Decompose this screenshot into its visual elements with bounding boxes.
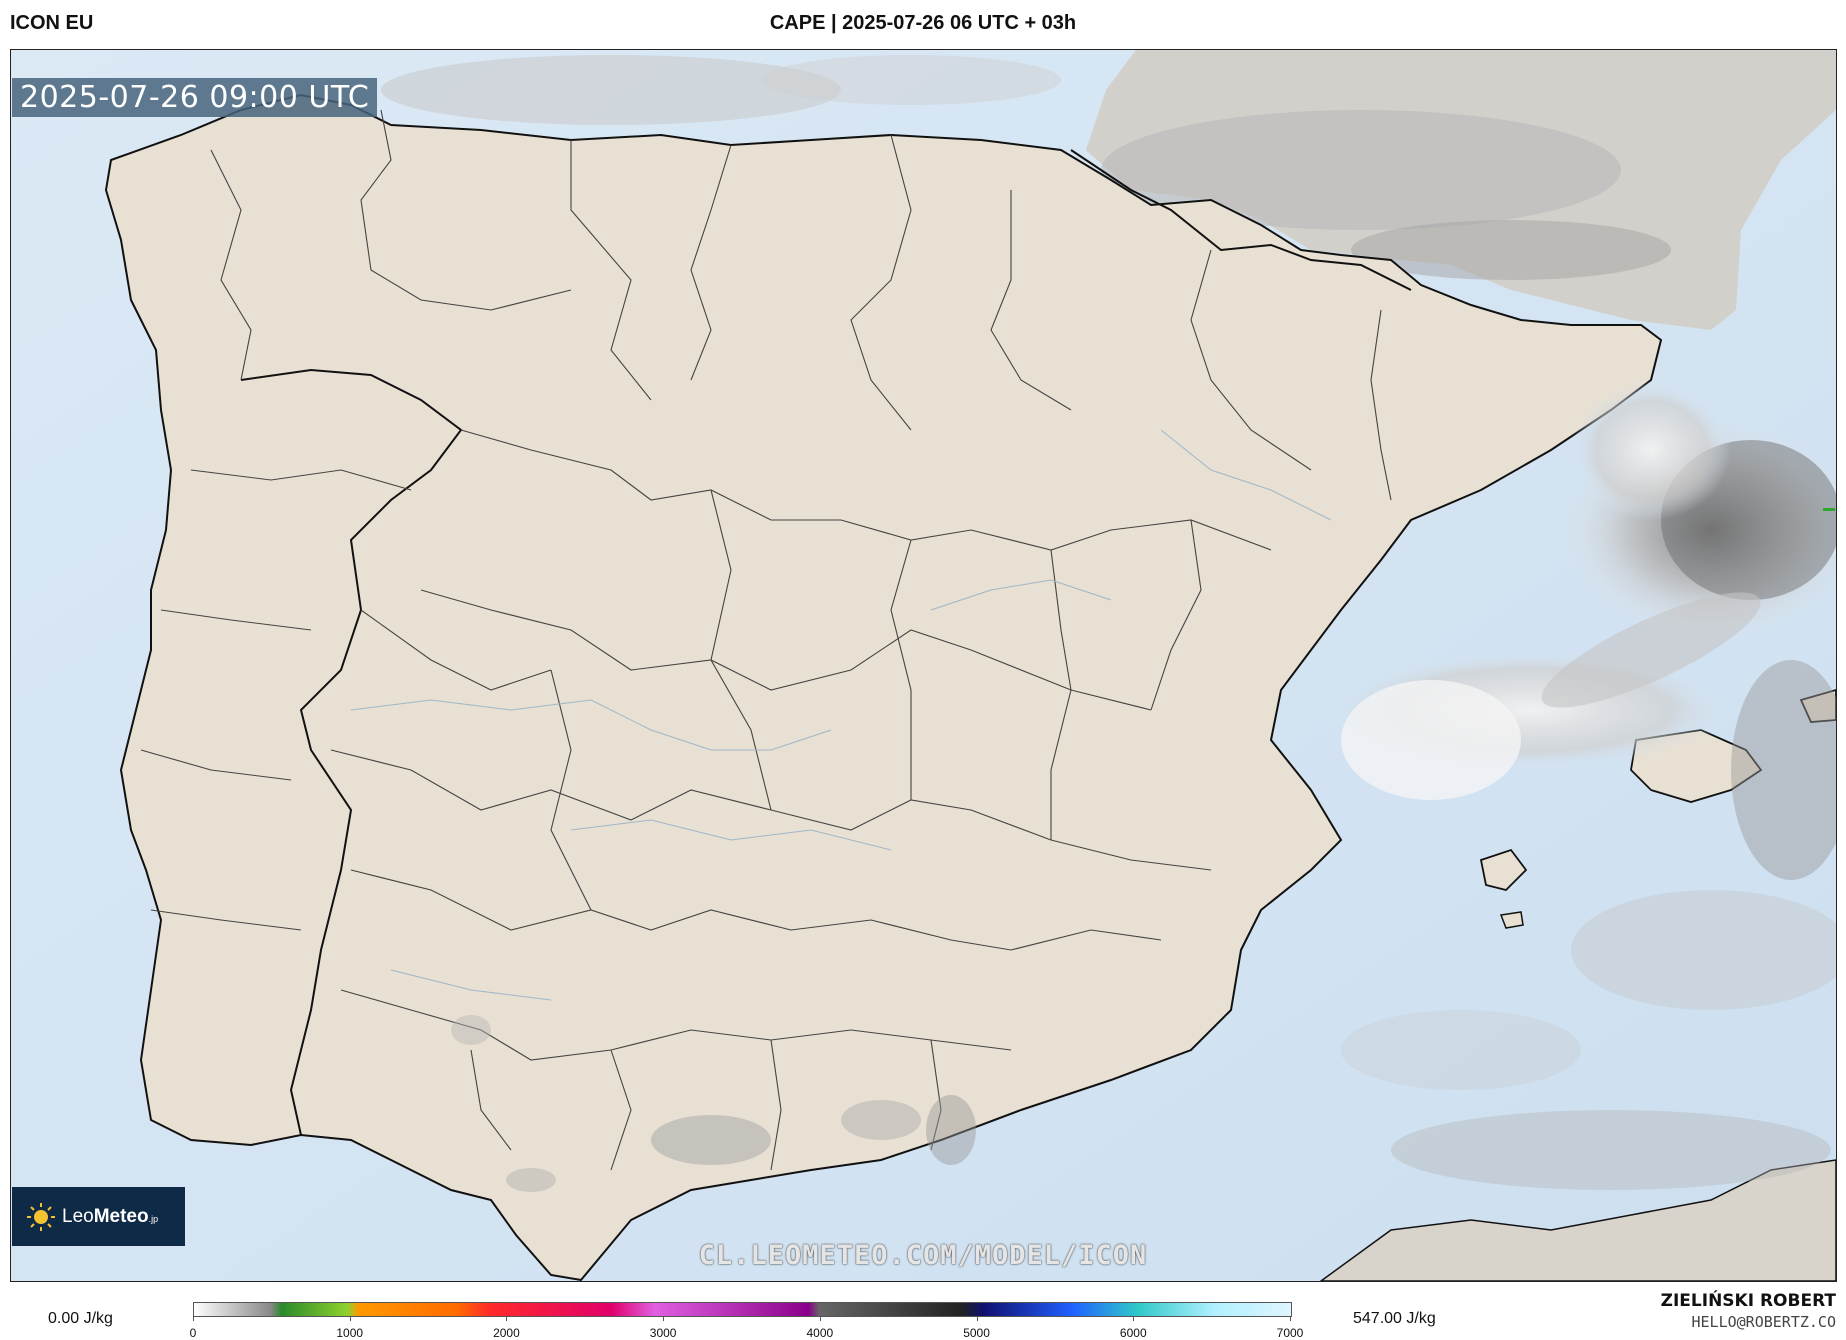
colorbar-tick-mark	[1290, 1316, 1291, 1321]
colorbar-tick-label: 4000	[806, 1326, 834, 1340]
legend-max-label: 547.00 J/kg	[1353, 1310, 1436, 1327]
cloud-biscay-east	[761, 55, 1061, 105]
colorbar-tick-label: 6000	[1119, 1326, 1147, 1340]
map-svg	[11, 50, 1836, 1281]
author-name: ZIELIŃSKI ROBERT	[1660, 1291, 1836, 1311]
leometeo-logo[interactable]: LeoMeteo.jp	[12, 1187, 185, 1246]
logo-text: LeoMeteo.jp	[62, 1205, 159, 1227]
formentera	[1499, 911, 1524, 929]
colorbar	[193, 1302, 1292, 1317]
author-block: ZIELIŃSKI ROBERT HELLO@ROBERTZ.CO	[1661, 1291, 1836, 1331]
colorbar-tick-mark	[193, 1316, 194, 1321]
colorbar-tick-mark	[819, 1316, 821, 1321]
map-title: CAPE | 2025-07-26 06 UTC + 03h	[769, 12, 1077, 34]
sun-icon	[27, 1202, 55, 1231]
colorbar-tick-mark	[506, 1316, 508, 1321]
colorbar-tick-label: 1000	[336, 1326, 364, 1340]
watermark-url: CL.LEOMETEO.COM/MODEL/ICON	[698, 1240, 1148, 1271]
colorbar-tick-label: 0	[189, 1326, 197, 1340]
colorbar-tick-label: 3000	[649, 1326, 677, 1340]
colorbar-tick-mark	[349, 1316, 351, 1321]
map-area	[10, 49, 1837, 1282]
author-email[interactable]: HELLO@ROBERTZ.CO	[1661, 1313, 1837, 1331]
cloud-biscay	[381, 55, 841, 125]
valid-time-label: 2025-07-26 09:00 UTC	[12, 78, 378, 117]
colorbar-tick-label: 5000	[963, 1326, 990, 1340]
legend-min-label: 0.00 J/kg	[48, 1310, 113, 1327]
colorbar-tick-label: 2000	[493, 1326, 520, 1340]
colorbar-tick-label: 7000	[1276, 1326, 1304, 1340]
colorbar-tick-mark	[976, 1316, 978, 1321]
colorbar-tick-mark	[663, 1316, 665, 1321]
colorbar-tick-mark	[1133, 1316, 1135, 1321]
